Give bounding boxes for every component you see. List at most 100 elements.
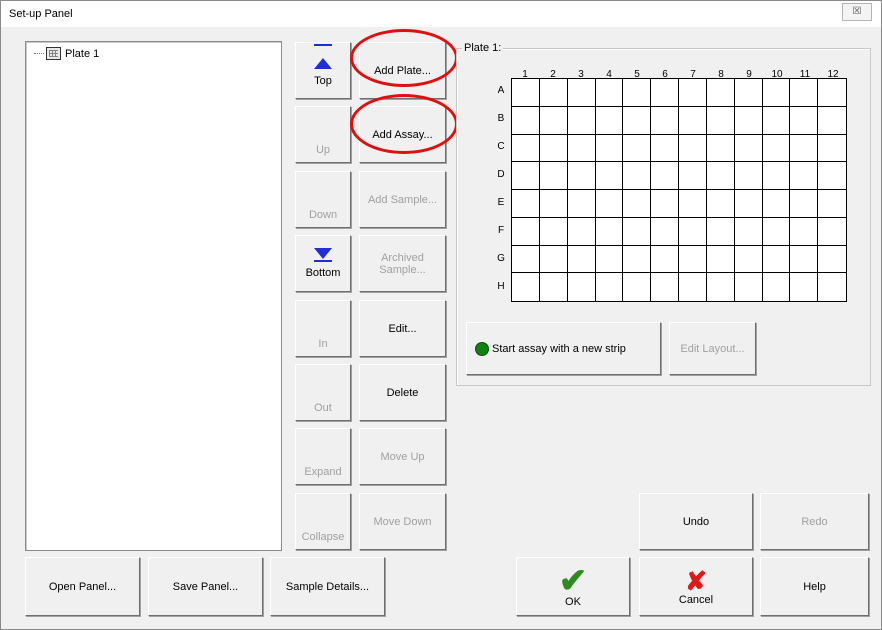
open-panel-button[interactable]: Open Panel... xyxy=(25,557,140,616)
plate-well[interactable] xyxy=(679,190,707,218)
plate-well[interactable] xyxy=(734,134,763,163)
plate-well[interactable] xyxy=(623,245,652,274)
plate-well-grid[interactable] xyxy=(511,78,847,302)
plate-well[interactable] xyxy=(539,217,568,246)
plate-well[interactable] xyxy=(595,190,624,218)
cancel-button[interactable]: ✘ Cancel xyxy=(639,557,753,616)
plate-well[interactable] xyxy=(512,162,540,190)
plate-well[interactable] xyxy=(762,190,791,218)
plate-well[interactable] xyxy=(762,106,791,135)
plate-well[interactable] xyxy=(539,79,568,107)
plate-well[interactable] xyxy=(512,134,540,163)
plate-well[interactable] xyxy=(706,245,735,274)
bottom-button[interactable]: Bottom xyxy=(295,235,351,292)
plate-well[interactable] xyxy=(595,245,624,274)
archived-sample-button[interactable]: Archived Sample... xyxy=(359,235,446,292)
plate-well[interactable] xyxy=(706,79,735,107)
plate-well[interactable] xyxy=(595,134,624,163)
plate-well[interactable] xyxy=(651,134,679,163)
plate-well[interactable] xyxy=(679,162,707,190)
add-assay-button[interactable]: Add Assay... xyxy=(359,106,446,163)
plate-well[interactable] xyxy=(735,273,763,301)
plate-well[interactable] xyxy=(623,217,652,246)
plate-well[interactable] xyxy=(651,106,679,135)
plate-well[interactable] xyxy=(567,217,596,246)
add-plate-button[interactable]: Add Plate... xyxy=(359,42,446,99)
plate-well[interactable] xyxy=(568,273,596,301)
tree-item-plate-1[interactable]: Plate 1 xyxy=(34,47,99,60)
expand-button[interactable]: Expand xyxy=(295,428,351,485)
plate-well[interactable] xyxy=(762,79,791,107)
plate-well[interactable] xyxy=(567,245,596,274)
plate-well[interactable] xyxy=(651,162,679,190)
delete-button[interactable]: Delete xyxy=(359,364,446,421)
plate-well[interactable] xyxy=(567,134,596,163)
redo-button[interactable]: Redo xyxy=(760,493,869,550)
plate-well[interactable] xyxy=(734,79,763,107)
plate-well[interactable] xyxy=(818,273,846,301)
plate-well[interactable] xyxy=(706,162,735,190)
plate-well[interactable] xyxy=(512,79,540,107)
plate-well[interactable] xyxy=(679,134,707,163)
plate-well[interactable] xyxy=(679,217,707,246)
plate-well[interactable] xyxy=(679,106,707,135)
plate-well[interactable] xyxy=(818,135,846,163)
plate-well[interactable] xyxy=(734,190,763,218)
plate-well[interactable] xyxy=(595,162,624,190)
collapse-button[interactable]: Collapse xyxy=(295,493,351,550)
plate-well[interactable] xyxy=(651,245,679,274)
plate-well[interactable] xyxy=(706,106,735,135)
help-button[interactable]: Help xyxy=(760,557,869,616)
save-panel-button[interactable]: Save Panel... xyxy=(148,557,263,616)
plate-well[interactable] xyxy=(790,245,819,274)
plate-well[interactable] xyxy=(790,134,819,163)
plate-well[interactable] xyxy=(623,273,652,301)
up-button[interactable]: Up xyxy=(295,106,351,163)
plate-well[interactable] xyxy=(512,217,540,246)
plate-well[interactable] xyxy=(539,245,568,274)
plate-well[interactable] xyxy=(734,217,763,246)
plate-well[interactable] xyxy=(762,134,791,163)
plate-well[interactable] xyxy=(707,273,735,301)
plate-well[interactable] xyxy=(595,79,624,107)
undo-button[interactable]: Undo xyxy=(639,493,753,550)
edit-layout-button[interactable]: Edit Layout... xyxy=(669,322,756,375)
plate-well[interactable] xyxy=(790,162,819,190)
plate-well[interactable] xyxy=(762,217,791,246)
plate-well[interactable] xyxy=(651,217,679,246)
plate-well[interactable] xyxy=(734,162,763,190)
plate-well[interactable] xyxy=(595,106,624,135)
plate-well[interactable] xyxy=(790,273,819,301)
plate-well[interactable] xyxy=(679,79,707,107)
plate-well[interactable] xyxy=(790,79,819,107)
plate-well[interactable] xyxy=(818,190,846,218)
plate-well[interactable] xyxy=(623,134,652,163)
add-sample-button[interactable]: Add Sample... xyxy=(359,171,446,228)
plate-well[interactable] xyxy=(567,79,596,107)
plate-well[interactable] xyxy=(790,190,819,218)
down-button[interactable]: Down xyxy=(295,171,351,228)
plate-well[interactable] xyxy=(596,273,624,301)
plate-well[interactable] xyxy=(762,162,791,190)
plate-well[interactable] xyxy=(540,273,568,301)
plate-well[interactable] xyxy=(818,107,846,135)
plate-well[interactable] xyxy=(706,217,735,246)
plate-well[interactable] xyxy=(512,106,540,135)
plate-well[interactable] xyxy=(567,162,596,190)
plate-well[interactable] xyxy=(818,246,846,274)
sample-details-button[interactable]: Sample Details... xyxy=(270,557,385,616)
plate-well[interactable] xyxy=(706,190,735,218)
plate-well[interactable] xyxy=(539,162,568,190)
plate-well[interactable] xyxy=(679,273,707,301)
close-icon[interactable]: ☒ xyxy=(842,3,872,21)
plate-well[interactable] xyxy=(651,79,679,107)
plate-well[interactable] xyxy=(818,79,846,107)
plate-well[interactable] xyxy=(512,273,540,301)
plate-well[interactable] xyxy=(790,217,819,246)
plate-well[interactable] xyxy=(539,190,568,218)
plate-well[interactable] xyxy=(790,106,819,135)
plate-well[interactable] xyxy=(762,245,791,274)
top-button[interactable]: Top xyxy=(295,42,351,99)
plate-well[interactable] xyxy=(512,190,540,218)
plate-well[interactable] xyxy=(763,273,791,301)
